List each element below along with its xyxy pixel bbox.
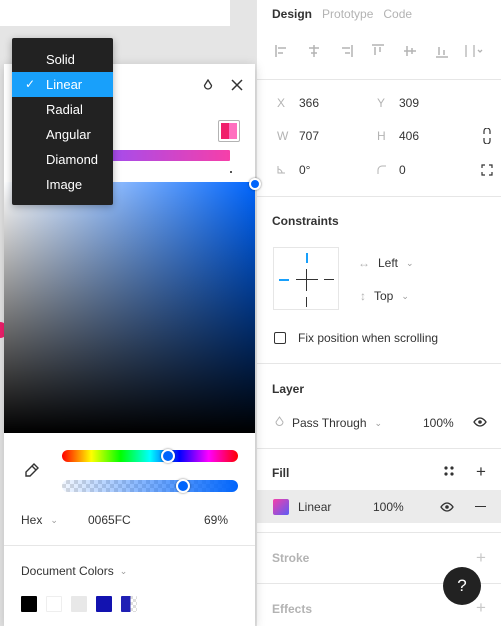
blend-drop-icon[interactable] [203,78,213,95]
fill-row[interactable]: Linear 100% [257,490,501,523]
layer-opacity[interactable]: 100% [423,416,454,430]
fill-opacity[interactable]: 100% [373,500,404,514]
chevron-down-icon: ⌄ [50,514,58,525]
align-vertical-center-icon[interactable] [399,42,421,60]
align-horizontal-center-icon[interactable] [303,42,325,60]
color-selector-knob[interactable] [249,178,261,190]
divider [257,532,501,533]
canvas-toolbar [0,0,230,26]
menu-item-solid[interactable]: Solid [12,47,113,72]
hue-slider-knob[interactable] [160,449,175,463]
width-field[interactable]: W 707 [277,129,319,143]
distribute-icon[interactable] [463,42,485,60]
vertical-arrows-icon: ↕ [360,289,366,303]
fill-type: Linear [298,500,332,514]
style-grid-icon[interactable] [443,465,455,480]
panel-tabs: Design Prototype Code [272,7,412,21]
constraint-center-v[interactable] [306,269,307,291]
divider [4,545,255,546]
align-right-icon[interactable] [335,42,357,60]
close-icon[interactable] [231,78,243,95]
add-effect-icon[interactable]: + [474,599,488,616]
alignment-toolbar [271,42,485,60]
tab-prototype[interactable]: Prototype [322,7,373,21]
remove-fill-icon[interactable] [475,506,486,507]
hue-slider[interactable] [62,450,238,462]
document-color-swatch[interactable] [121,596,137,612]
properties-panel: Design Prototype Code X 366 Y 309 W 707 … [256,0,501,626]
constraint-top[interactable] [306,253,308,263]
chevron-down-icon: ⌄ [401,290,409,301]
checkmark-icon: ✓ [25,77,36,91]
eye-icon[interactable] [440,501,454,516]
menu-item-angular[interactable]: Angular [12,122,113,147]
document-color-swatches [21,596,137,612]
blend-drop-icon [275,416,284,430]
constraint-center-h[interactable] [296,279,318,280]
rotation-field[interactable]: 0° [277,163,310,177]
color-model-dropdown[interactable]: Hex ⌄ [21,513,58,527]
corner-radius-icon [377,163,387,177]
picker-header [203,78,243,95]
alpha-input[interactable]: 69% [204,513,228,527]
independent-corners-icon[interactable] [481,164,493,179]
menu-item-diamond[interactable]: Diamond [12,147,113,172]
document-color-swatch[interactable] [21,596,37,612]
constraint-widget[interactable] [273,247,339,310]
add-fill-icon[interactable]: + [474,463,488,480]
x-field[interactable]: X 366 [277,96,319,110]
document-colors-dropdown[interactable]: Document Colors ⌄ [21,564,127,578]
layer-title: Layer [272,382,305,396]
constraint-bottom[interactable] [306,297,307,307]
fix-position-label: Fix position when scrolling [298,331,439,345]
horizontal-arrows-icon: ↔ [358,256,370,270]
chevron-down-icon: ⌄ [119,565,128,576]
vertical-constraint-dropdown[interactable]: ↕ Top ⌄ [360,289,409,303]
y-field[interactable]: Y 309 [377,96,419,110]
add-stroke-icon[interactable]: + [474,549,488,566]
stroke-title: Stroke [272,551,310,565]
help-button[interactable]: ? [443,567,481,605]
chevron-down-icon: ⌄ [374,417,383,428]
blend-mode-dropdown[interactable]: Pass Through ⌄ [275,416,382,430]
divider [257,363,501,364]
divider [257,79,501,80]
document-color-swatch[interactable] [96,596,112,612]
constraints-title: Constraints [272,214,339,228]
effects-title: Effects [272,602,313,616]
opacity-slider[interactable] [62,480,238,492]
tab-code[interactable]: Code [383,7,412,21]
align-bottom-icon[interactable] [431,42,453,60]
gradient-stop-marker[interactable] [230,171,232,173]
document-color-swatch[interactable] [71,596,87,612]
gradient-stop-swatch[interactable] [218,120,240,142]
rotation-icon [277,163,287,177]
fill-swatch[interactable] [273,499,289,515]
eye-icon[interactable] [473,416,487,431]
fix-position-checkbox[interactable] [274,332,286,344]
menu-item-linear[interactable]: ✓ Linear [12,72,113,97]
corner-radius-field[interactable]: 0 [377,163,406,177]
constraint-left[interactable] [279,279,289,281]
divider [257,448,501,449]
fill-type-menu: Solid ✓ Linear Radial Angular Diamond Image [12,38,113,205]
menu-item-image[interactable]: Image [12,172,113,197]
constrain-proportions-icon[interactable] [483,127,491,147]
gradient-bar[interactable] [104,150,230,161]
hex-input[interactable]: 0065FC [88,513,131,527]
saturation-brightness-area[interactable] [4,182,255,433]
menu-item-radial[interactable]: Radial [12,97,113,122]
height-field[interactable]: H 406 [377,129,419,143]
align-top-icon[interactable] [367,42,389,60]
chevron-down-icon: ⌄ [406,257,414,268]
tab-design[interactable]: Design [272,7,312,21]
horizontal-constraint-dropdown[interactable]: ↔ Left ⌄ [358,256,414,270]
align-left-icon[interactable] [271,42,293,60]
eyedropper-icon[interactable] [24,462,40,482]
divider [257,196,501,197]
document-color-swatch[interactable] [46,596,62,612]
fill-title: Fill [272,466,290,480]
constraint-right[interactable] [324,279,334,280]
